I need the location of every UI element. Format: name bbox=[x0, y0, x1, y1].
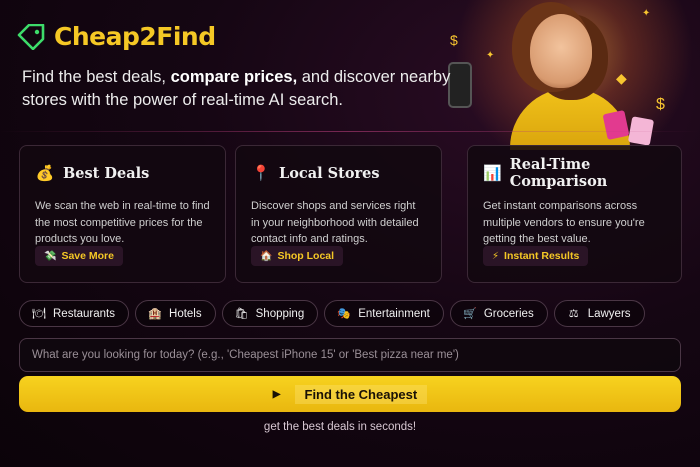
shopping-bag-illustration bbox=[602, 109, 630, 141]
dollar-sign-decor-icon: $ bbox=[656, 96, 665, 113]
category-hotels[interactable]: 🏨 Hotels bbox=[135, 300, 216, 327]
category-entertainment[interactable]: 🎭 Entertainment bbox=[324, 300, 444, 327]
tagline-text: Find the best deals, bbox=[22, 68, 171, 86]
badge-label: Shop Local bbox=[277, 250, 335, 262]
shopping-bags-icon: 🛍 bbox=[234, 308, 249, 320]
category-restaurants[interactable]: 🍽 Restaurants bbox=[19, 300, 130, 327]
category-label: Shopping bbox=[255, 307, 305, 320]
tagline-emphasis: compare prices, bbox=[170, 68, 298, 86]
brand-name: Cheap2Find bbox=[54, 22, 216, 51]
play-triangle-icon: ▶ bbox=[272, 388, 281, 400]
category-label: Groceries bbox=[483, 307, 534, 320]
map-pin-icon: 📍 bbox=[251, 165, 271, 182]
category-label: Restaurants bbox=[53, 307, 116, 320]
bar-chart-icon: 📊 bbox=[483, 165, 502, 182]
scales-icon: ⚖ bbox=[568, 308, 579, 320]
card-title: Best Deals bbox=[63, 164, 150, 182]
woman-face bbox=[530, 14, 592, 88]
hotel-icon: 🏨 bbox=[148, 308, 162, 320]
hero-section: $ ✦ ◆ $ ✦ Cheap2Find Find the best deals… bbox=[0, 0, 700, 150]
shop-local-badge[interactable]: 🏠 Shop Local bbox=[251, 246, 344, 266]
category-shopping[interactable]: 🛍 Shopping bbox=[221, 300, 319, 327]
theater-masks-icon: 🎭 bbox=[337, 308, 352, 320]
plate-icon: 🍽 bbox=[32, 308, 46, 320]
card-description: Get instant comparisons across multiple … bbox=[483, 200, 645, 245]
category-lawyers[interactable]: ⚖ Lawyers bbox=[553, 300, 645, 327]
card-title: Local Stores bbox=[279, 164, 380, 182]
hero-image: $ ✦ ◆ $ ✦ bbox=[420, 0, 700, 150]
category-label: Lawyers bbox=[587, 307, 631, 320]
money-wings-icon: 💸 bbox=[44, 250, 57, 262]
logo[interactable]: Cheap2Find bbox=[16, 22, 216, 51]
badge-label: Instant Results bbox=[504, 250, 580, 262]
badge-label: Save More bbox=[61, 250, 114, 262]
category-label: Entertainment bbox=[358, 307, 430, 320]
dollar-sign-decor-icon: $ bbox=[450, 32, 458, 48]
price-tag-icon bbox=[17, 23, 45, 50]
divider bbox=[0, 131, 700, 132]
instant-results-badge[interactable]: ⚡ Instant Results bbox=[483, 246, 589, 266]
search-input[interactable] bbox=[19, 338, 681, 372]
card-description: Discover shops and services right in you… bbox=[251, 200, 419, 245]
cart-icon: 🛒 bbox=[462, 308, 477, 320]
category-label: Hotels bbox=[169, 307, 202, 320]
card-real-time-comparison: 📊 Real-Time Comparison Get instant compa… bbox=[467, 145, 682, 283]
button-label: Find the Cheapest bbox=[294, 384, 428, 404]
card-description: We scan the web in real-time to find the… bbox=[35, 200, 210, 245]
category-chips: 🍽 Restaurants 🏨 Hotels 🛍 Shopping 🎭 Ente… bbox=[19, 300, 645, 327]
save-more-badge[interactable]: 💸 Save More bbox=[35, 246, 123, 266]
card-best-deals: 💰 Best Deals We scan the web in real-tim… bbox=[19, 145, 226, 283]
house-icon: 🏠 bbox=[260, 250, 273, 262]
feature-cards: 💰 Best Deals We scan the web in real-tim… bbox=[19, 145, 682, 283]
card-local-stores: 📍 Local Stores Discover shops and servic… bbox=[235, 145, 442, 283]
category-groceries[interactable]: 🛒 Groceries bbox=[449, 300, 548, 327]
tagline: Find the best deals, compare prices, and… bbox=[22, 66, 452, 112]
card-title: Real-Time Comparison bbox=[509, 156, 608, 190]
sparkle-decor-icon: ✦ bbox=[642, 8, 651, 19]
find-cheapest-button[interactable]: ▶ Find the Cheapest bbox=[19, 376, 681, 412]
subtext: get the best deals in seconds! bbox=[263, 421, 417, 433]
price-tag-decor-icon: ◆ bbox=[616, 70, 627, 86]
sparkle-decor-icon: ✦ bbox=[486, 50, 495, 61]
money-bag-icon: 💰 bbox=[35, 165, 55, 182]
lightning-icon: ⚡ bbox=[492, 250, 500, 262]
